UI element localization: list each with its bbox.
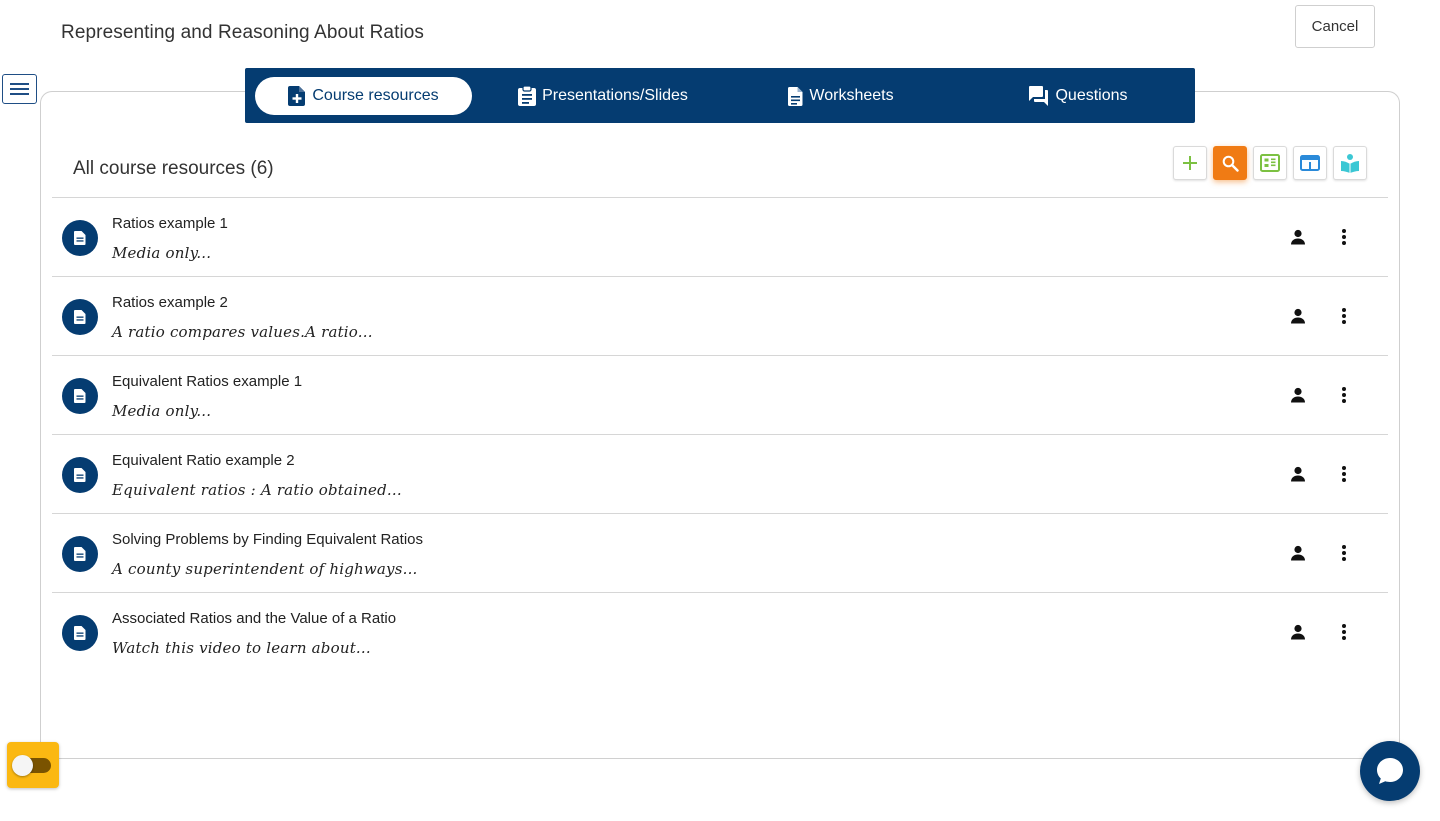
tab-label: Presentations/Slides [542,87,688,104]
resource-row[interactable]: Equivalent Ratios example 1 Media only..… [52,356,1388,435]
resource-row[interactable]: Equivalent Ratio example 2 Equivalent ra… [52,435,1388,514]
grid-icon [1260,154,1280,172]
more-vert-icon[interactable] [1334,541,1354,565]
resource-title[interactable]: Ratios example 2 [112,294,228,311]
note-add-icon [288,86,306,106]
add-button[interactable] [1173,146,1207,180]
search-icon [1222,155,1239,172]
browser-icon [1300,155,1320,171]
resource-description: Equivalent ratios : A ratio obtained... [112,481,402,499]
person-icon[interactable] [1288,622,1308,642]
person-icon[interactable] [1288,464,1308,484]
more-vert-icon[interactable] [1334,462,1354,486]
chat-bubble-icon [1377,758,1403,784]
document-icon [62,457,98,493]
reader-icon [1341,154,1359,173]
resource-title[interactable]: Equivalent Ratio example 2 [112,452,295,469]
tab-course-resources[interactable]: Course resources [255,77,472,115]
document-icon [62,378,98,414]
resource-row[interactable]: Ratios example 1 Media only... [52,198,1388,277]
browser-button[interactable] [1293,146,1327,180]
person-icon[interactable] [1288,385,1308,405]
menu-button[interactable] [2,74,37,104]
reader-button[interactable] [1333,146,1367,180]
document-icon [62,299,98,335]
more-vert-icon[interactable] [1334,225,1354,249]
section-title: All course resources (6) [73,158,274,179]
tab-label: Worksheets [809,87,894,104]
document-icon [62,615,98,651]
search-button[interactable] [1213,146,1247,180]
resource-description: A ratio compares values.A ratio... [112,323,373,341]
resource-description: Media only... [112,402,212,420]
resource-description: Watch this video to learn about... [112,639,371,657]
toggle-track [12,754,51,776]
tab-label: Questions [1055,87,1128,104]
person-icon[interactable] [1288,227,1308,247]
person-icon[interactable] [1288,306,1308,326]
more-vert-icon[interactable] [1334,304,1354,328]
person-icon[interactable] [1288,543,1308,563]
cancel-button[interactable]: Cancel [1295,5,1375,48]
document-icon [788,86,803,106]
toggle-knob [12,754,33,776]
panel-divider [40,758,1400,759]
page-title: Representing and Reasoning About Ratios [61,22,425,43]
more-vert-icon[interactable] [1334,383,1354,407]
resource-row[interactable]: Associated Ratios and the Value of a Rat… [52,593,1388,672]
plus-icon [1183,156,1197,170]
tab-label: Course resources [312,87,439,104]
resource-title[interactable]: Associated Ratios and the Value of a Rat… [112,610,396,627]
resource-list: Ratios example 1 Media only... Ratios ex… [52,197,1388,672]
resource-description: A county superintendent of highways... [112,560,418,578]
document-icon [62,220,98,256]
document-icon [62,536,98,572]
forum-icon [1028,86,1049,106]
theme-toggle[interactable] [7,742,59,788]
chat-button[interactable] [1360,741,1420,801]
clipboard-icon [518,86,537,106]
more-vert-icon[interactable] [1334,620,1354,644]
resource-row[interactable]: Ratios example 2 A ratio compares values… [52,277,1388,356]
resource-title[interactable]: Solving Problems by Finding Equivalent R… [112,531,423,548]
resource-description: Media only... [112,244,212,262]
tab-presentations[interactable]: Presentations/Slides [503,77,703,115]
resource-row[interactable]: Solving Problems by Finding Equivalent R… [52,514,1388,593]
resource-grid-button[interactable] [1253,146,1287,180]
tab-questions[interactable]: Questions [1013,77,1143,115]
resource-title[interactable]: Ratios example 1 [112,215,228,232]
hamburger-icon [10,83,29,95]
tab-worksheets[interactable]: Worksheets [771,77,911,115]
resource-title[interactable]: Equivalent Ratios example 1 [112,373,302,390]
tab-bar: Course resources Presentations/Slides Wo… [245,68,1195,123]
